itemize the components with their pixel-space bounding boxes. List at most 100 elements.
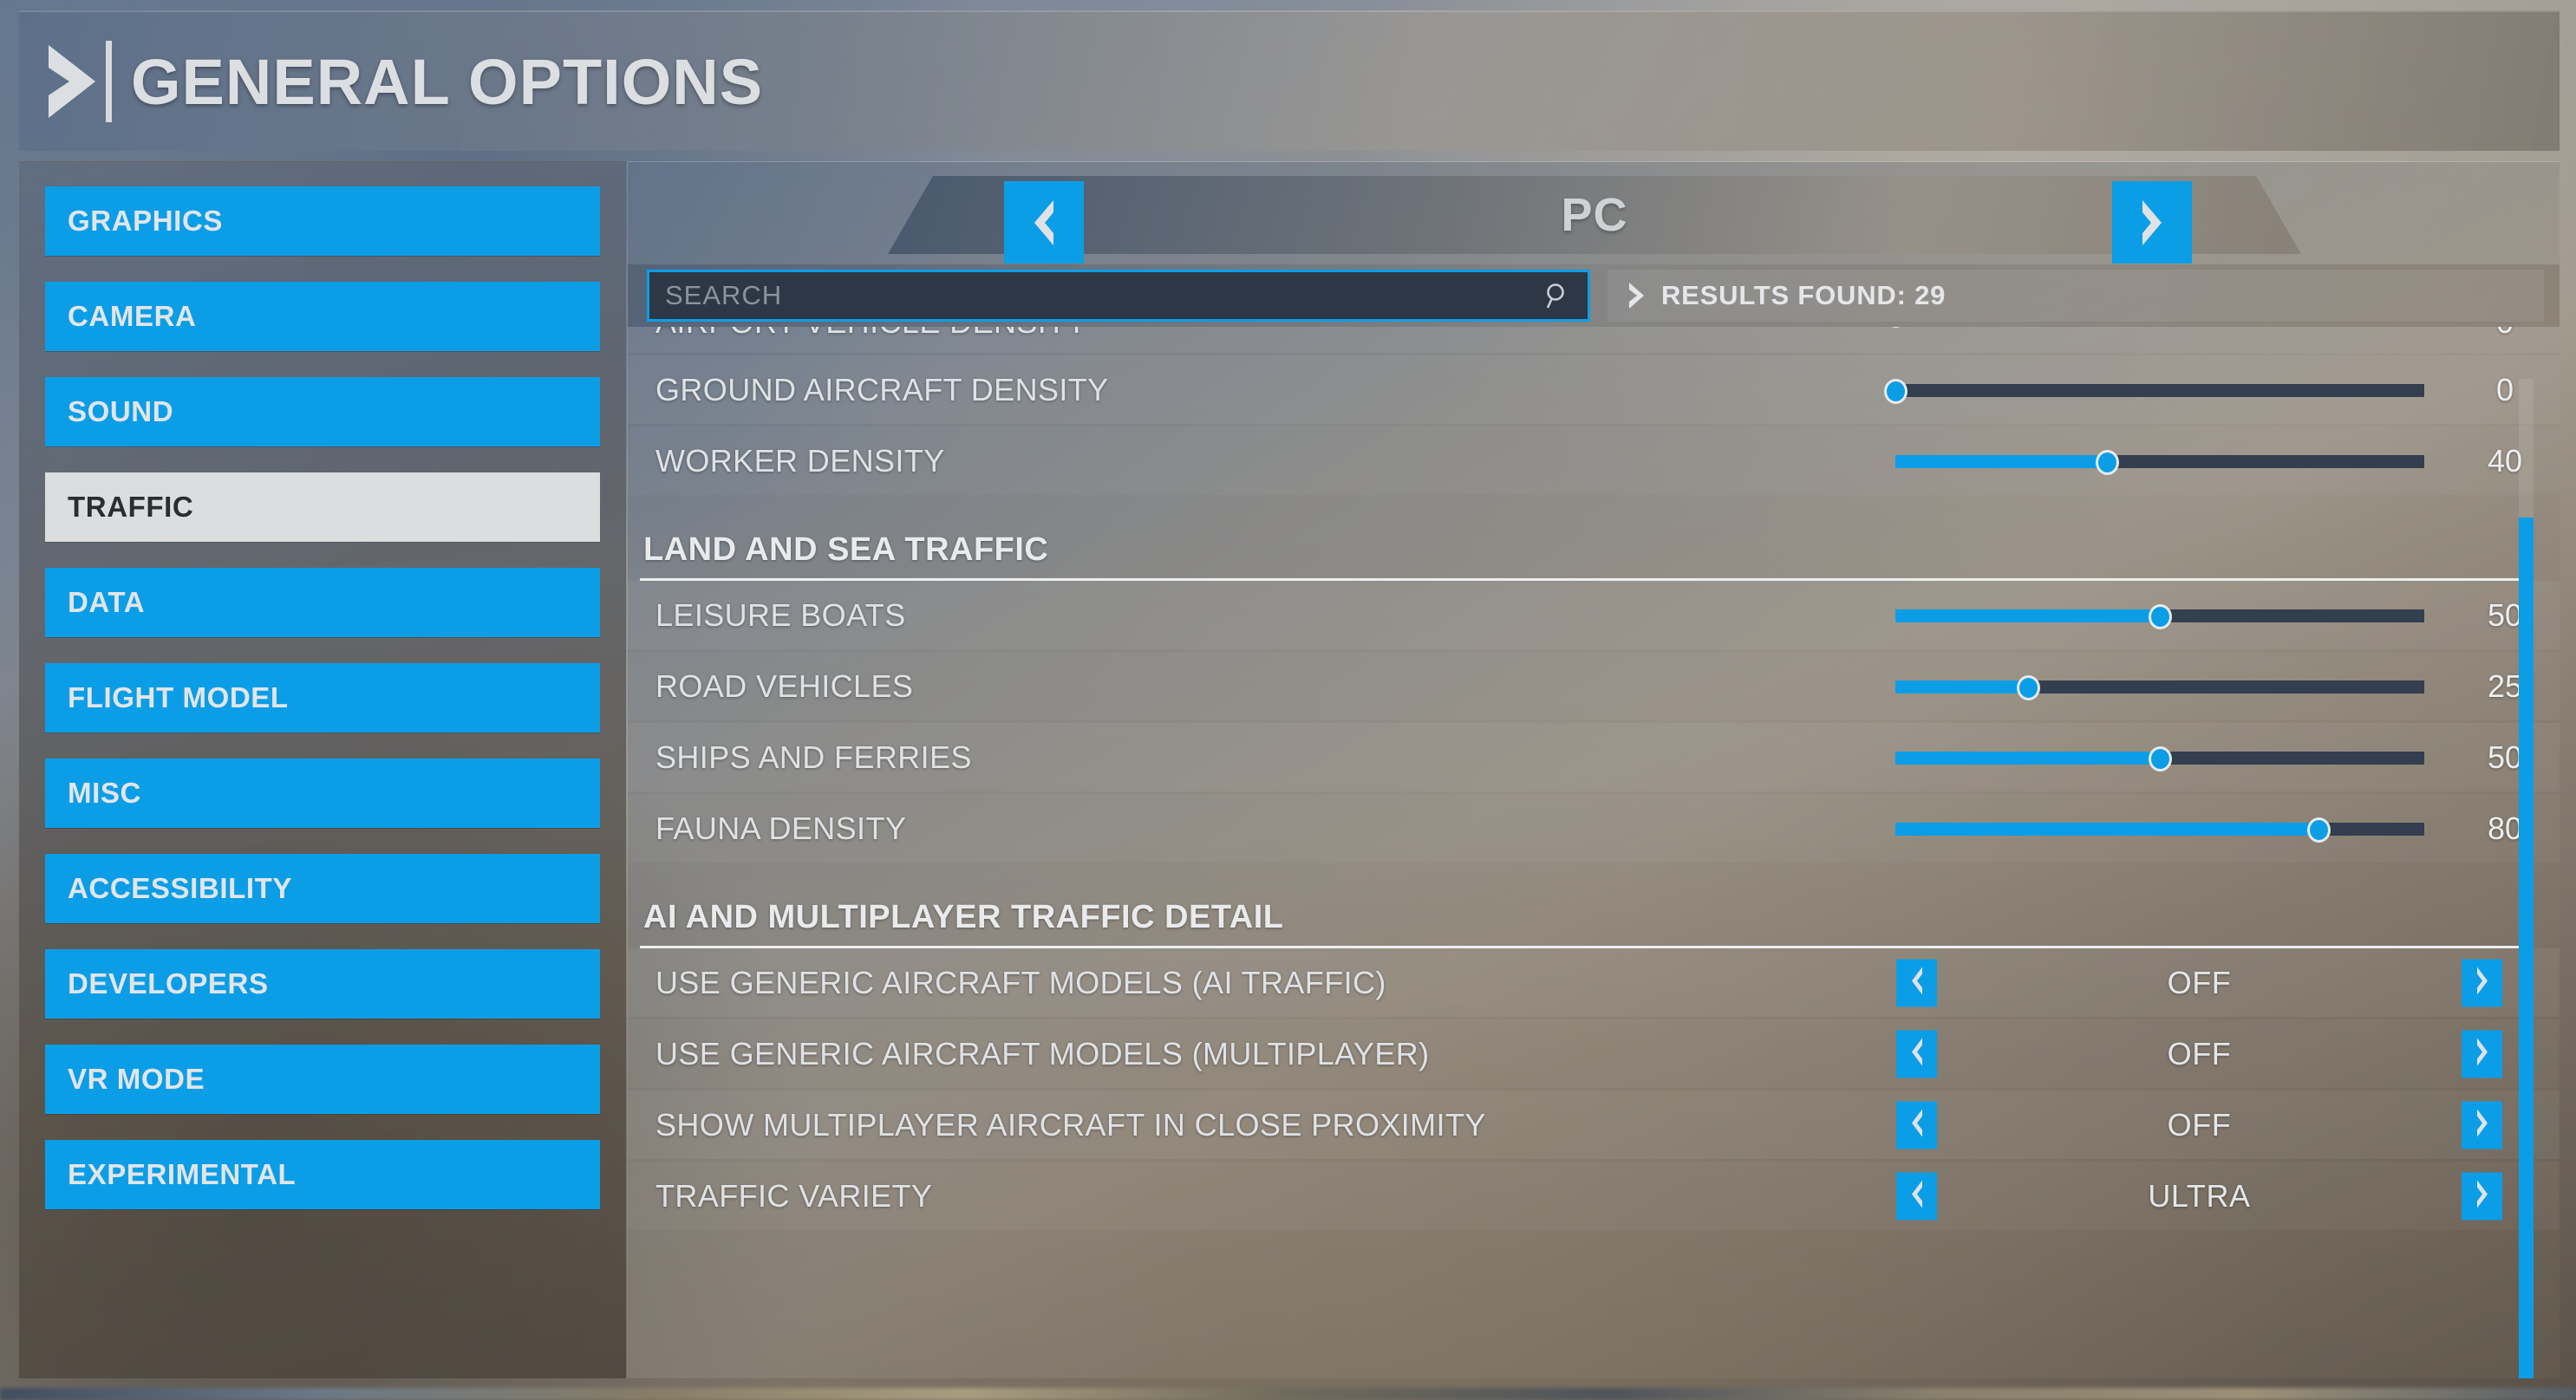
section-title: LAND AND SEA TRAFFIC <box>643 531 1049 568</box>
slider-ships-and-ferries[interactable] <box>1895 746 2424 772</box>
sidebar-item-traffic[interactable]: TRAFFIC <box>45 472 600 542</box>
slider-value: 40 <box>2487 442 2523 479</box>
platform-prev-button[interactable] <box>1004 181 1084 264</box>
slider-thumb[interactable] <box>2096 449 2119 475</box>
sidebar-item-experimental[interactable]: EXPERIMENTAL <box>45 1140 600 1209</box>
platform-next-button[interactable] <box>2112 181 2192 264</box>
slider-thumb[interactable] <box>2149 603 2172 629</box>
page-header: GENERAL OPTIONS <box>19 10 2560 151</box>
setting-row-worker-density[interactable]: WORKER DENSITY 40 <box>628 427 2560 495</box>
slider-thumb[interactable] <box>1884 327 1908 328</box>
chevron-left-icon <box>1908 966 1926 1000</box>
sidebar-item-label: DEVELOPERS <box>68 967 269 1000</box>
setting-row-airport-vehicle-density[interactable]: AIRPORT VEHICLE DENSITY 0 <box>628 327 2560 353</box>
chevron-right-icon <box>2474 966 2491 1000</box>
enum-next-button[interactable] <box>2462 1172 2502 1220</box>
slider-worker-density[interactable] <box>1895 449 2424 475</box>
sidebar-item-label: EXPERIMENTAL <box>68 1158 297 1190</box>
enum-prev-button[interactable] <box>1896 1101 1937 1149</box>
enum-next-button[interactable] <box>2462 1030 2502 1078</box>
enum-value: OFF <box>2167 1106 2232 1143</box>
sidebar-item-label: SOUND <box>68 395 174 427</box>
slider-ground-aircraft-density[interactable] <box>1884 378 2424 404</box>
slider-thumb[interactable] <box>2307 817 2331 843</box>
section-header-land-and-sea-traffic: LAND AND SEA TRAFFIC <box>628 498 2560 581</box>
sidebar-item-sound[interactable]: SOUND <box>45 377 600 446</box>
slider-leisure-boats[interactable] <box>1895 603 2424 629</box>
slider-fill <box>1895 822 2318 836</box>
slider-fill <box>1895 680 2028 693</box>
enum-value: ULTRA <box>2148 1177 2251 1214</box>
sidebar-item-vr-mode[interactable]: VR MODE <box>45 1045 600 1114</box>
sidebar-item-label: TRAFFIC <box>68 491 194 523</box>
enum-prev-button[interactable] <box>1896 1030 1937 1078</box>
slider-value: 50 <box>2487 596 2523 633</box>
chevron-right-icon <box>2474 1179 2491 1213</box>
settings-scrollbar-track[interactable] <box>2519 379 2534 1378</box>
enum-prev-button[interactable] <box>1896 959 1937 1006</box>
slider-thumb[interactable] <box>1884 378 1908 404</box>
settings-list: AIRPORT VEHICLE DENSITY 0 GROUND AIRCRAF… <box>628 327 2560 1378</box>
setting-row-show-multiplayer-aircraft-in-close-proximity[interactable]: SHOW MULTIPLAYER AIRCRAFT IN CLOSE PROXI… <box>628 1091 2560 1159</box>
enum-next-button[interactable] <box>2462 1101 2502 1149</box>
content-panel: PC SEARCH RESULTS FOUND: 29 GROUND AIRCR… <box>627 161 2560 1378</box>
slider-road-vehicles[interactable] <box>1895 674 2424 700</box>
setting-label: AIRPORT VEHICLE DENSITY <box>655 327 1087 341</box>
slider-fauna-density[interactable] <box>1895 817 2424 843</box>
settings-scrollbar-thumb[interactable] <box>2519 518 2534 1378</box>
enum-prev-button[interactable] <box>1896 1172 1937 1220</box>
sidebar-item-label: GRAPHICS <box>68 205 223 237</box>
slider-track <box>1895 383 2424 397</box>
slider-value: 50 <box>2487 739 2523 775</box>
search-row: SEARCH RESULTS FOUND: 29 <box>628 264 2560 327</box>
setting-row-road-vehicles[interactable]: ROAD VEHICLES 25 <box>628 652 2560 720</box>
setting-row-leisure-boats[interactable]: LEISURE BOATS 50 <box>628 581 2560 649</box>
setting-label: GROUND AIRCRAFT DENSITY <box>655 371 1109 407</box>
search-placeholder: SEARCH <box>665 280 783 310</box>
page-title: GENERAL OPTIONS <box>131 45 764 118</box>
setting-row-ships-and-ferries[interactable]: SHIPS AND FERRIES 50 <box>628 723 2560 791</box>
sidebar-item-developers[interactable]: DEVELOPERS <box>45 949 600 1019</box>
slider-value: 0 <box>2495 371 2514 407</box>
sidebar-item-label: VR MODE <box>68 1063 205 1095</box>
setting-row-use-generic-aircraft-models-multiplayer[interactable]: USE GENERIC AIRCRAFT MODELS (MULTIPLAYER… <box>628 1019 2560 1088</box>
search-input[interactable]: SEARCH <box>647 270 1590 322</box>
sidebar-item-misc[interactable]: MISC <box>45 759 600 828</box>
sidebar-nav: GRAPHICS CAMERA SOUND TRAFFIC DATA FLIGH… <box>19 161 626 1378</box>
chevron-right-icon <box>2474 1108 2491 1142</box>
setting-label: USE GENERIC AIRCRAFT MODELS (MULTIPLAYER… <box>655 1035 1430 1071</box>
sidebar-item-flight-model[interactable]: FLIGHT MODEL <box>45 663 600 733</box>
results-found-text: RESULTS FOUND: 29 <box>1661 280 1947 310</box>
sidebar-item-label: MISC <box>68 777 141 809</box>
sidebar-item-label: ACCESSIBILITY <box>68 872 292 904</box>
search-icon[interactable] <box>1542 281 1572 310</box>
sidebar-item-label: DATA <box>68 586 146 618</box>
chevron-left-icon <box>1029 199 1059 247</box>
sidebar-item-graphics[interactable]: GRAPHICS <box>45 186 600 256</box>
setting-label: USE GENERIC AIRCRAFT MODELS (AI TRAFFIC) <box>655 964 1386 1000</box>
setting-label: SHIPS AND FERRIES <box>655 739 972 775</box>
sidebar-item-camera[interactable]: CAMERA <box>45 282 600 351</box>
slider-thumb[interactable] <box>2149 746 2172 772</box>
section-header-ai-and-multiplayer-traffic-detail: AI AND MULTIPLAYER TRAFFIC DETAIL <box>628 865 2560 948</box>
chevron-right-icon <box>2474 1037 2491 1071</box>
slider-value: 0 <box>2457 327 2553 341</box>
setting-label: FAUNA DENSITY <box>655 810 907 846</box>
slider-fill <box>1895 751 2160 765</box>
header-divider <box>106 41 112 122</box>
setting-row-traffic-variety[interactable]: TRAFFIC VARIETY ULTRA <box>628 1162 2560 1230</box>
results-found-banner: RESULTS FOUND: 29 <box>1608 270 2544 322</box>
sidebar-item-accessibility[interactable]: ACCESSIBILITY <box>45 854 600 923</box>
slider-value: 25 <box>2487 667 2523 704</box>
chevron-right-icon <box>1627 282 1646 309</box>
sidebar-item-label: FLIGHT MODEL <box>68 681 289 713</box>
slider-thumb[interactable] <box>2016 674 2040 700</box>
sidebar-item-data[interactable]: DATA <box>45 568 600 637</box>
chevron-left-icon <box>1908 1179 1926 1213</box>
section-title: AI AND MULTIPLAYER TRAFFIC DETAIL <box>643 899 1284 935</box>
setting-row-ground-aircraft-density[interactable]: GROUND AIRCRAFT DENSITY 0 <box>628 355 2560 424</box>
setting-row-fauna-density[interactable]: FAUNA DENSITY 80 <box>628 794 2560 863</box>
setting-row-use-generic-aircraft-models-ai-traffic[interactable]: USE GENERIC AIRCRAFT MODELS (AI TRAFFIC)… <box>628 948 2560 1017</box>
slider-fill <box>1895 609 2160 622</box>
enum-next-button[interactable] <box>2462 959 2502 1006</box>
